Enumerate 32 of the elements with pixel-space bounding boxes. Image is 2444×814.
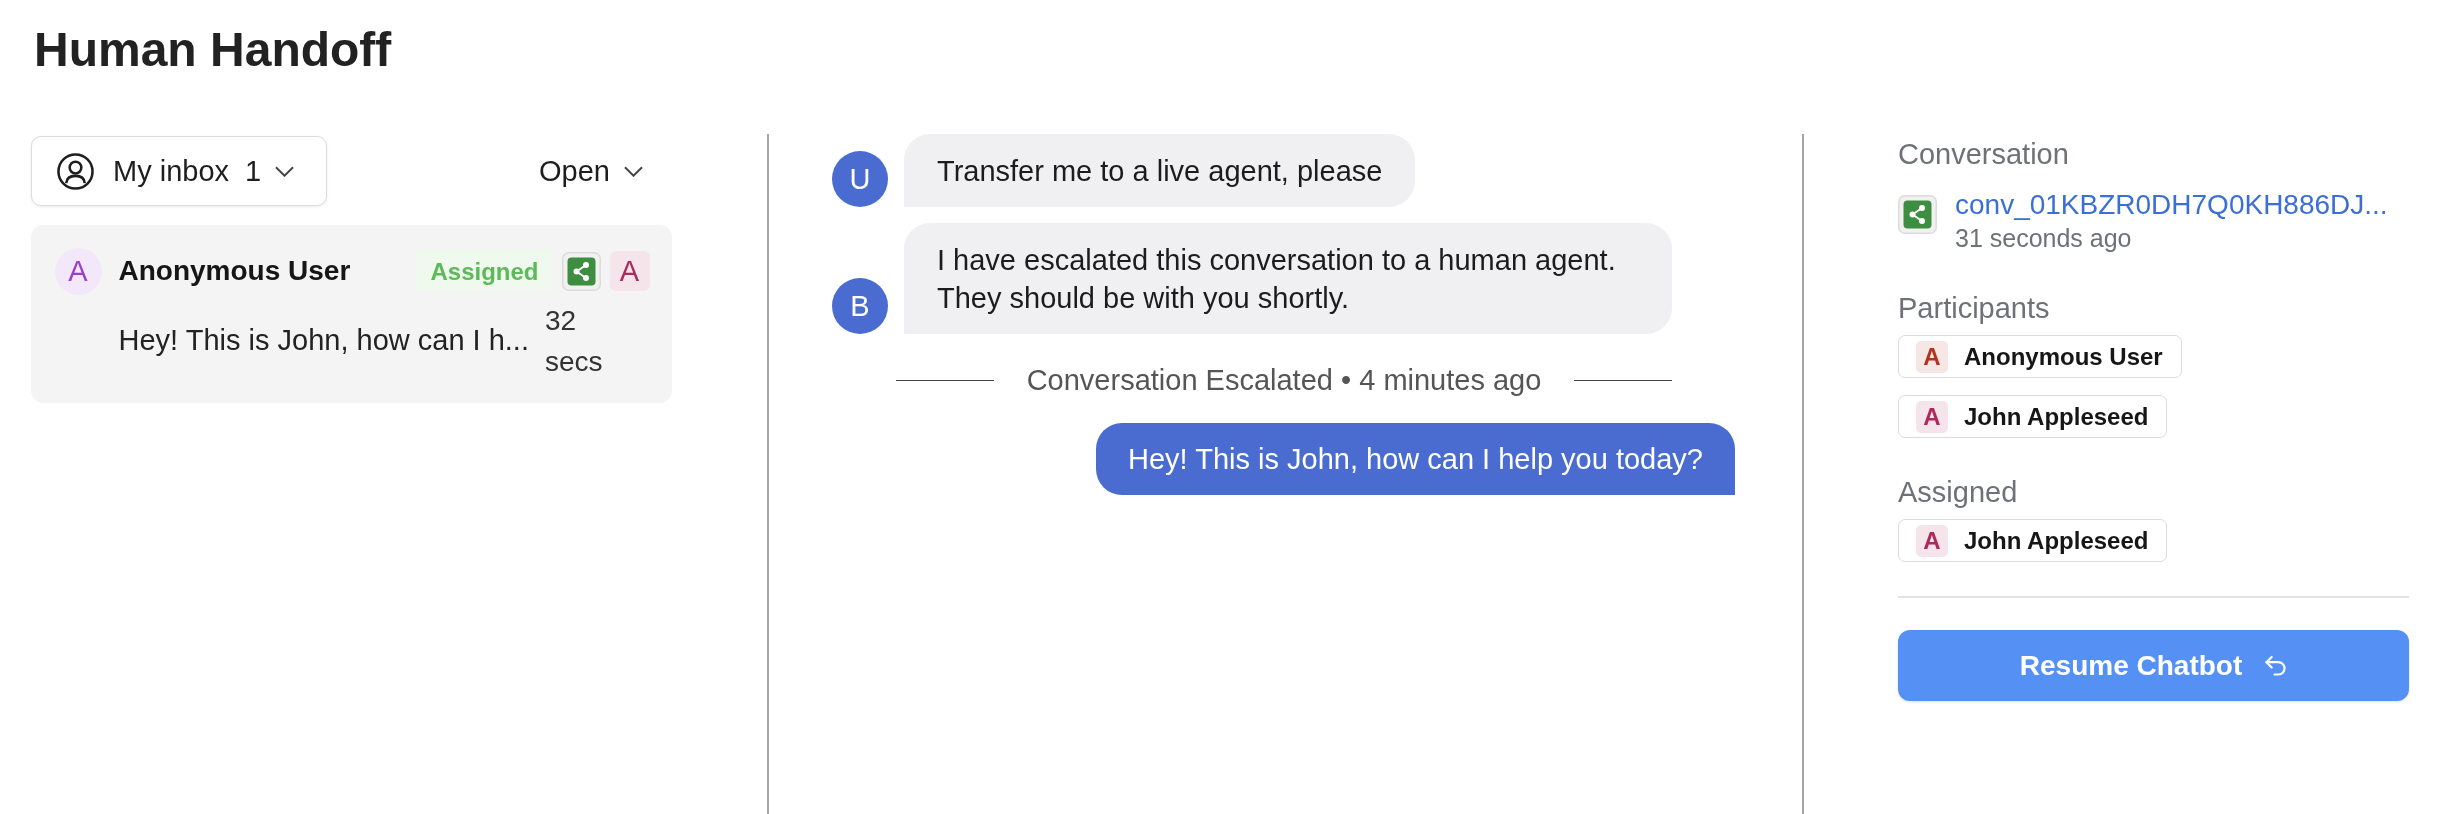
participant-name: John Appleseed: [1964, 402, 2149, 431]
participant-name: Anonymous User: [1964, 342, 2163, 371]
section-heading: Participants: [1898, 291, 2050, 326]
event-label: Conversation Escalated • 4 minutes ago: [1026, 363, 1542, 398]
page-title: Human Handoff: [34, 22, 392, 78]
message-bubble: Transfer me to a live agent, please: [904, 134, 1416, 207]
chevron-down-icon: [624, 165, 643, 177]
timestamp: 31 seconds ago: [1955, 223, 2132, 254]
status-badge: Assigned: [416, 249, 553, 293]
avatar: B: [832, 278, 888, 334]
avatar: U: [832, 151, 888, 207]
timestamp: 32 secs: [545, 303, 603, 379]
avatar: A: [609, 251, 650, 291]
avatar: A: [1916, 524, 1948, 557]
chevron-down-icon: [275, 165, 295, 177]
conversation-link[interactable]: conv_01KBZR0DH7Q0KH886DJ...: [1955, 188, 2388, 222]
avatar: A: [54, 247, 102, 295]
avatar: A: [1916, 400, 1948, 433]
message-bubble: I have escalated this conversation to a human agent. They should be with you shortly.: [904, 223, 1672, 334]
section-heading: Conversation: [1898, 137, 2069, 172]
message-preview: Hey! This is John, how can I h...: [118, 324, 529, 357]
status-filter-button[interactable]: Open: [531, 146, 672, 196]
section-heading: Assigned: [1898, 475, 2018, 510]
assignee-name: John Appleseed: [1964, 526, 2149, 555]
share-icon: [1898, 195, 1937, 234]
message-bubble: Hey! This is John, how can I help you today?: [1096, 423, 1735, 495]
share-icon: [561, 251, 601, 291]
inbox-filter-button[interactable]: My inbox 1: [31, 136, 328, 206]
contact-name: Anonymous User: [118, 255, 351, 287]
user-circle-icon: [57, 152, 94, 190]
undo-icon: [2264, 655, 2288, 676]
avatar: A: [1916, 340, 1948, 373]
